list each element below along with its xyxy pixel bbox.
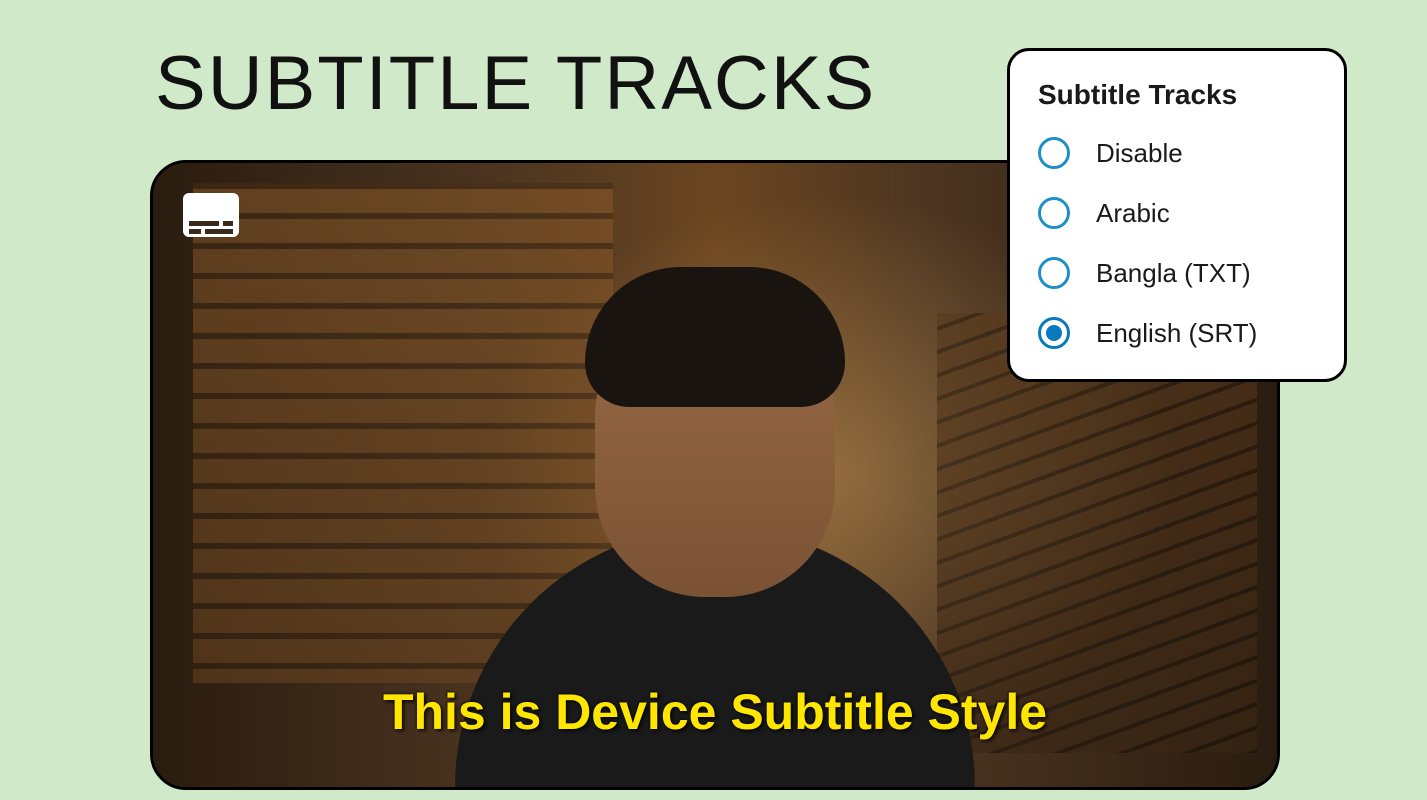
page-heading: SUBTITLE TRACKS [155, 40, 876, 127]
radio-icon [1038, 137, 1070, 169]
option-bangla-txt[interactable]: Bangla (TXT) [1038, 257, 1316, 289]
option-label: Bangla (TXT) [1096, 258, 1251, 289]
option-english-srt[interactable]: English (SRT) [1038, 317, 1316, 349]
subtitle-overlay-text: This is Device Subtitle Style [153, 683, 1277, 741]
option-arabic[interactable]: Arabic [1038, 197, 1316, 229]
popup-title: Subtitle Tracks [1038, 79, 1316, 111]
option-label: Arabic [1096, 198, 1170, 229]
subtitle-tracks-popup: Subtitle Tracks Disable Arabic Bangla (T… [1007, 48, 1347, 382]
option-disable[interactable]: Disable [1038, 137, 1316, 169]
subtitle-icon[interactable] [183, 193, 239, 237]
radio-icon [1038, 317, 1070, 349]
radio-icon [1038, 257, 1070, 289]
option-label: English (SRT) [1096, 318, 1257, 349]
radio-icon [1038, 197, 1070, 229]
option-label: Disable [1096, 138, 1183, 169]
